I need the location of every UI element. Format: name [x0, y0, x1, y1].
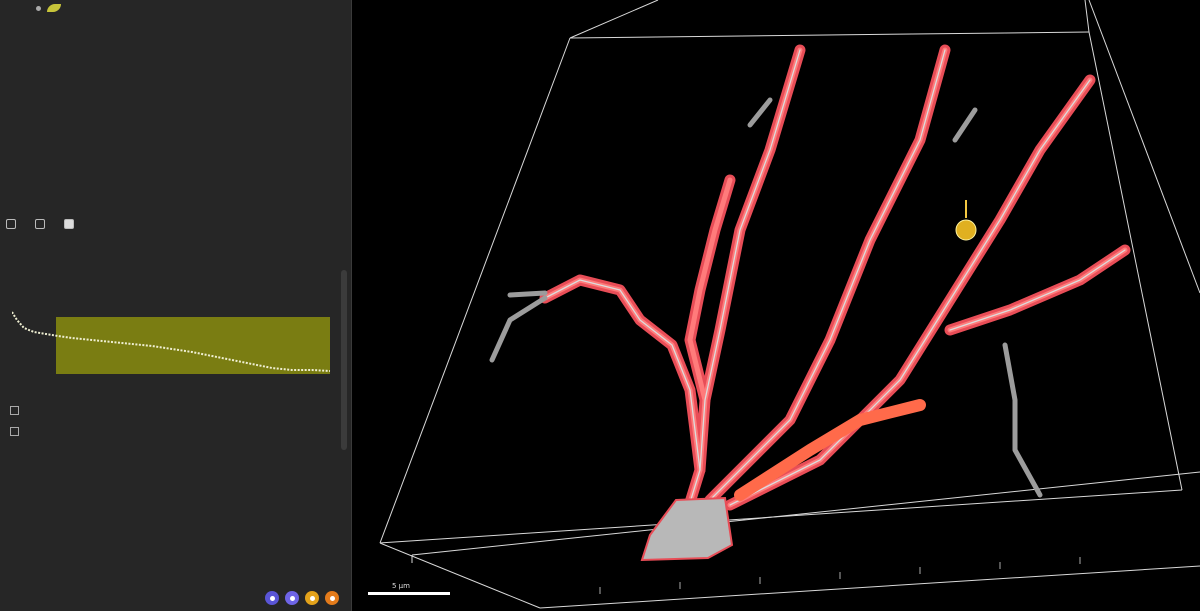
grey-branch: [489, 295, 548, 363]
threshold-selection[interactable]: [56, 317, 330, 374]
tab-filter[interactable]: [35, 219, 50, 229]
soma[interactable]: [640, 496, 734, 562]
bbox-edge: [539, 565, 1200, 609]
color-button-1[interactable]: [265, 591, 279, 605]
bbox-edge: [411, 471, 1200, 556]
threshold-histogram[interactable]: [12, 306, 332, 378]
bbox-edge: [1088, 0, 1200, 294]
grey-branch: [1002, 342, 1043, 498]
panel-tabs: [6, 219, 79, 229]
3d-viewport[interactable]: [352, 0, 1200, 611]
visibility-icon[interactable]: [36, 5, 41, 11]
grey-branch: [747, 97, 773, 128]
grey-branch: [952, 107, 978, 143]
color-button-3[interactable]: [305, 591, 319, 605]
properties-panel: [0, 0, 352, 611]
color-tab-icon: [64, 219, 74, 229]
option-1[interactable]: [10, 406, 25, 416]
bbox-edge: [569, 0, 659, 39]
object-list-item[interactable]: [36, 4, 67, 12]
scale-bar-label: 5 µm: [392, 582, 410, 590]
grey-branch: [507, 290, 548, 298]
color-button-4[interactable]: [325, 591, 339, 605]
scale-bar: [368, 592, 450, 595]
position-marker-icon[interactable]: [955, 200, 977, 241]
option-2[interactable]: [10, 427, 25, 437]
option-2-checkbox[interactable]: [10, 427, 19, 436]
bbox-edge: [569, 31, 1090, 39]
bbox-edge: [1084, 0, 1090, 33]
bbox-edge: [379, 542, 541, 609]
panel-scrollbar[interactable]: [341, 270, 347, 450]
color-button-2[interactable]: [285, 591, 299, 605]
tab-settings[interactable]: [6, 219, 21, 229]
color-buttons: [265, 591, 339, 605]
surfaces-icon: [47, 4, 61, 12]
tab-color[interactable]: [64, 219, 79, 229]
filter-tab-icon: [35, 219, 45, 229]
bbox-edge: [379, 37, 571, 544]
option-1-checkbox[interactable]: [10, 406, 19, 415]
dendrite-surface: [489, 44, 1131, 554]
settings-tab-icon: [6, 219, 16, 229]
